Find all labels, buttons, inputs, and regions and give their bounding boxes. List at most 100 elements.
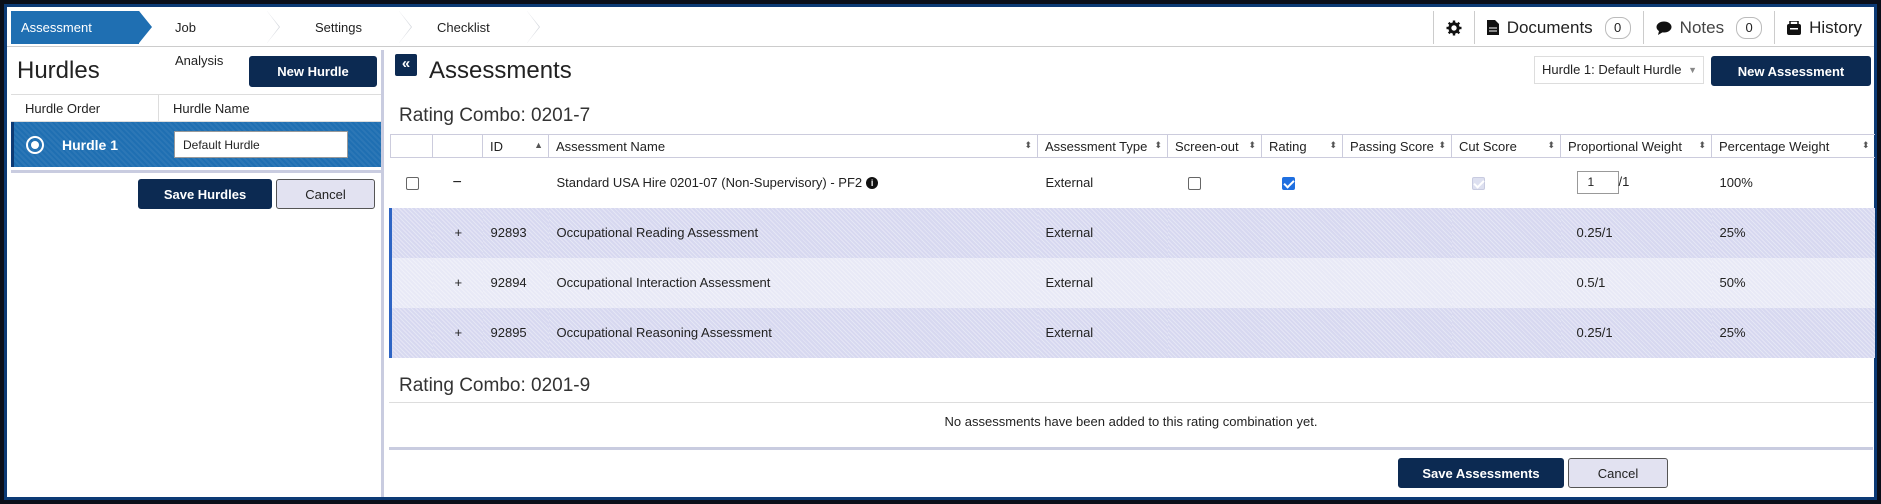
expand-col-header: [432, 134, 483, 158]
settings-button[interactable]: [1432, 11, 1474, 44]
table-header: ID ▲ Assessment Name ⬍ Assessment Type ⬍ Sc…: [390, 134, 1875, 158]
empty-message: No assessments have been added to this r…: [389, 402, 1873, 440]
sort-icon: ⬍: [1154, 140, 1162, 150]
history-icon: [1787, 20, 1802, 35]
hurdle-select-value: Hurdle 1: Default Hurdle: [1542, 62, 1682, 77]
info-icon[interactable]: i: [866, 177, 879, 190]
hurdles-panel: Hurdles New Hurdle Hurdle Order Hurdle N…: [11, 50, 384, 497]
assessments-actions: Save Assessments Cancel: [389, 447, 1873, 497]
step-checklist[interactable]: Checklist: [399, 11, 540, 44]
row-assessment-name: Standard USA Hire 0201-07 (Non-Superviso…: [556, 175, 863, 191]
col-hurdle-name: Hurdle Name: [173, 101, 250, 116]
row-percentage: 25%: [1711, 207, 1875, 258]
expand-toggle[interactable]: +: [432, 307, 483, 358]
hurdle-radio[interactable]: [26, 135, 44, 154]
hurdle-row[interactable]: Hurdle 1: [11, 122, 381, 167]
comment-icon: [1656, 21, 1672, 35]
row-id: 92894: [482, 257, 549, 308]
sort-icon: ⬍: [1698, 140, 1706, 150]
row-assessment-type: External: [1037, 207, 1168, 258]
hurdle-order-label: Hurdle 1: [62, 136, 119, 153]
col-passing-score[interactable]: Passing Score ⬍: [1342, 134, 1452, 158]
row-id: [483, 158, 549, 208]
rating-combo-title: Rating Combo: 0201-9: [399, 375, 591, 396]
hurdles-header: Hurdle Order Hurdle Name: [11, 94, 381, 122]
row-id: 92893: [482, 207, 549, 258]
sort-icon: ⬍: [1547, 140, 1555, 150]
col-id[interactable]: ID ▲: [482, 134, 549, 158]
table-row: + 92895 Occupational Reasoning Assessmen…: [389, 307, 1875, 358]
toolbar: Documents 0 Notes 0 History: [1432, 11, 1874, 44]
row-weight: 0.5/1: [1560, 257, 1712, 308]
table-row: + 92893 Occupational Reading Assessment …: [389, 207, 1875, 258]
document-icon: [1486, 20, 1499, 35]
row-assessment-name: Occupational Reading Assessment: [548, 207, 1038, 258]
history-label: History: [1809, 17, 1862, 37]
sort-icon: ⬍: [1438, 140, 1446, 150]
notes-count: 0: [1736, 16, 1763, 39]
cancel-hurdles-button[interactable]: Cancel: [276, 179, 375, 209]
documents-button[interactable]: Documents 0: [1473, 11, 1643, 44]
top-bar: Assessment Plan Job Analysis Settings Ch…: [7, 7, 1874, 68]
save-assessments-button[interactable]: Save Assessments: [1398, 458, 1564, 488]
sort-icon: ⬍: [1861, 140, 1870, 150]
row-assessment-name: Occupational Interaction Assessment: [548, 257, 1038, 308]
collapse-icon[interactable]: «: [395, 54, 417, 76]
col-hurdle-order: Hurdle Order: [11, 95, 159, 121]
row-weight: 0.25/1: [1560, 207, 1712, 258]
table-row: + 92894 Occupational Interaction Assessm…: [389, 257, 1875, 308]
gear-icon: [1446, 20, 1462, 35]
row-percentage: 50%: [1711, 257, 1875, 308]
chevron-down-icon: ▼: [1688, 65, 1697, 75]
sort-icon: ⬍: [1329, 140, 1337, 150]
step-assessment-plan[interactable]: Assessment Plan: [11, 11, 152, 68]
col-rating[interactable]: Rating ⬍: [1261, 134, 1343, 158]
new-hurdle-button[interactable]: New Hurdle: [249, 55, 377, 87]
cancel-assessments-button[interactable]: Cancel: [1568, 458, 1668, 488]
expand-toggle[interactable]: +: [432, 257, 483, 308]
collapse-toggle[interactable]: −: [433, 158, 483, 208]
col-screen-out[interactable]: Screen-out ⬍: [1167, 134, 1262, 158]
sort-icon: ⬍: [1248, 140, 1256, 150]
assessments-table: ID ▲ Assessment Name ⬍ Assessment Type ⬍ Sc…: [389, 134, 1875, 358]
new-assessment-button[interactable]: New Assessment: [1711, 56, 1871, 86]
app-frame: Assessment Plan Job Analysis Settings Ch…: [4, 4, 1877, 500]
col-assessment-type[interactable]: Assessment Type ⬍: [1037, 134, 1168, 158]
sort-icon: ⬍: [1024, 140, 1032, 150]
hurdle-name-input[interactable]: [174, 131, 348, 158]
col-cut-score[interactable]: Cut Score ⬍: [1451, 134, 1561, 158]
notes-button[interactable]: Notes 0: [1642, 11, 1774, 44]
row-select-checkbox[interactable]: [405, 177, 419, 191]
documents-count: 0: [1604, 16, 1631, 39]
row-weight: 0.25/1: [1560, 307, 1712, 358]
assessments-title: Assessments: [429, 57, 572, 84]
row-assessment-type: External: [1037, 307, 1168, 358]
row-assessment-type: External: [1037, 257, 1168, 308]
rating-checkbox[interactable]: [1281, 177, 1295, 191]
table-row: − Standard USA Hire 0201-07 (Non-Supervi…: [391, 158, 1875, 208]
assessments-panel: « Assessments Hurdle 1: Default Hurdle ▼…: [389, 50, 1875, 497]
documents-label: Documents: [1506, 17, 1593, 37]
col-proportional-weight[interactable]: Proportional Weight ⬍: [1560, 134, 1712, 158]
step-job-analysis[interactable]: Job Analysis: [139, 11, 280, 68]
hurdles-title: Hurdles: [17, 57, 100, 84]
sort-icon: ▲: [534, 140, 543, 150]
row-assessment-type: External: [1045, 175, 1094, 191]
step-settings[interactable]: Settings: [267, 11, 412, 44]
notes-label: Notes: [1679, 17, 1725, 37]
weight-input[interactable]: 1: [1576, 171, 1619, 195]
weight-suffix: /1: [1618, 174, 1630, 190]
col-assessment-name[interactable]: Assessment Name ⬍: [548, 134, 1038, 158]
row-percentage: 100%: [1719, 175, 1753, 191]
row-percentage: 25%: [1711, 307, 1875, 358]
rating-combo-title: Rating Combo: 0201-7: [399, 105, 591, 126]
cut-score-checkbox: [1471, 177, 1485, 191]
workflow-steps: Assessment Plan Job Analysis Settings Ch…: [11, 11, 540, 68]
expand-toggle[interactable]: +: [432, 207, 483, 258]
history-button[interactable]: History: [1774, 11, 1874, 44]
screen-out-checkbox[interactable]: [1187, 177, 1201, 191]
col-percentage-weight[interactable]: Percentage Weight ⬍: [1711, 134, 1875, 158]
row-passing-score: [1343, 158, 1452, 208]
hurdle-select[interactable]: Hurdle 1: Default Hurdle ▼: [1534, 56, 1704, 84]
save-hurdles-button[interactable]: Save Hurdles: [138, 179, 272, 209]
